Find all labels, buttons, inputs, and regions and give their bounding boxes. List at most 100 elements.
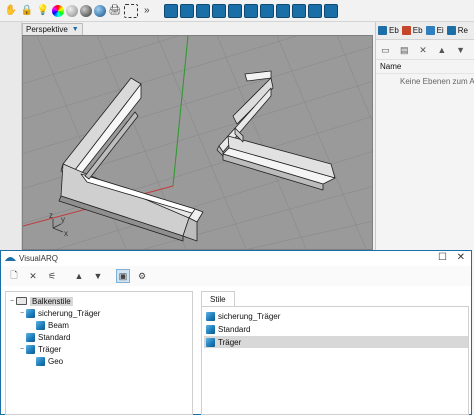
- new-sublayer-icon[interactable]: ▤: [399, 44, 410, 56]
- list-item-label: sicherung_Träger: [218, 311, 281, 321]
- tab-label: Re: [457, 26, 468, 35]
- list-item-traeger[interactable]: Träger: [204, 336, 468, 348]
- gray-sphere-icon[interactable]: [66, 4, 78, 17]
- y-axis-line: [172, 36, 189, 187]
- furniture-icon[interactable]: [307, 3, 322, 18]
- list-item-sicherung-traeger[interactable]: sicherung_Träger: [204, 310, 468, 322]
- layers-tab-icon: [378, 26, 387, 35]
- window-icon[interactable]: [211, 3, 226, 18]
- rename-icon[interactable]: ⚟: [45, 269, 59, 283]
- viewport-tab-label: Perspektive: [26, 25, 68, 34]
- tab-render[interactable]: Re: [446, 24, 468, 38]
- close-icon[interactable]: ✕: [457, 252, 465, 263]
- tree-item-geo[interactable]: Geo: [36, 355, 63, 367]
- lock-icon[interactable]: 🔒: [20, 4, 34, 18]
- more-icon[interactable]: »: [144, 5, 150, 16]
- empty-message: Keine Ebenen zum A...: [400, 77, 474, 86]
- list-item-standard[interactable]: Standard: [204, 323, 468, 335]
- shaded-sphere-icon[interactable]: [80, 4, 92, 17]
- view-mode-icon[interactable]: ▣: [116, 269, 130, 283]
- beam-style-icon: [26, 332, 35, 342]
- collapse-toggle[interactable]: −: [18, 346, 26, 353]
- render-icon[interactable]: 🖨: [108, 4, 122, 18]
- hand-icon[interactable]: ✋: [4, 4, 18, 18]
- maximize-icon[interactable]: ☐: [438, 252, 447, 263]
- rhino-app-window: ✋ 🔒 💡 🖨 » Perspektive ▼ z y x Eb Eb Ei R…: [0, 0, 474, 415]
- axis-z-label: z: [49, 211, 53, 220]
- slab-icon[interactable]: [179, 3, 194, 18]
- new-style-icon[interactable]: 🗋: [7, 269, 21, 283]
- viewport-scene: z y x: [23, 36, 372, 249]
- bulb-icon[interactable]: 💡: [36, 4, 50, 18]
- beam-style-icon: [26, 308, 35, 318]
- tree-item-beam[interactable]: Beam: [36, 319, 69, 331]
- new-layer-icon[interactable]: ▭: [380, 44, 391, 56]
- viewport-tab[interactable]: Perspektive ▼: [22, 23, 83, 35]
- layer-tools: ▭ ▤ ✕ ▲ ▼: [376, 40, 474, 60]
- column-header-name[interactable]: Name: [376, 60, 474, 74]
- visualarq-logo-icon: [5, 257, 16, 261]
- beam-style-icon: [206, 337, 215, 347]
- folder-icon: [16, 297, 27, 305]
- tree-item-label: Geo: [48, 356, 64, 366]
- tree-item-sicherung-traeger[interactable]: − sicherung_Träger: [18, 307, 100, 319]
- visualarq-window: VisualARQ ☐ ✕ 🗋 ✕ ⚟ ▲ ▼ ▣ ⚙ − Balkenstil…: [0, 250, 472, 415]
- tree-item-label: Balkenstile: [30, 296, 73, 306]
- tab-label: Eb: [389, 26, 399, 35]
- color-wheel-icon[interactable]: [52, 4, 64, 17]
- door-icon[interactable]: [195, 3, 210, 18]
- tree-item-traeger[interactable]: − Träger: [18, 343, 61, 355]
- tab-layers[interactable]: Eb: [378, 24, 399, 38]
- styles-pane: Stile sicherung_Träger Standard Träger: [201, 291, 469, 415]
- move-up-icon[interactable]: ▲: [436, 44, 447, 56]
- tab-layer-states[interactable]: Eb: [401, 24, 423, 38]
- delete-icon[interactable]: ✕: [26, 269, 40, 283]
- styles-list: sicherung_Träger Standard Träger: [201, 306, 469, 415]
- list-item-label: Träger: [218, 337, 242, 347]
- tab-label: Eb: [412, 26, 423, 35]
- axis-x-label: x: [64, 229, 68, 238]
- blue-sphere-icon[interactable]: [94, 4, 106, 17]
- tree-item-label: Träger: [38, 344, 62, 354]
- selection-icon[interactable]: [124, 3, 138, 18]
- chevron-down-icon[interactable]: ▼: [72, 26, 79, 33]
- tree-item-balkenstile[interactable]: − Balkenstile: [8, 295, 73, 307]
- layer-states-tab-icon: [401, 26, 411, 35]
- collapse-toggle[interactable]: −: [18, 310, 26, 317]
- beam-style-icon: [36, 356, 45, 366]
- panel-tabs: Eb Eb Ei Re: [376, 22, 474, 40]
- beam-style-icon: [36, 320, 45, 330]
- collapse-toggle[interactable]: −: [8, 298, 16, 305]
- visualarq-title: VisualARQ: [19, 254, 58, 263]
- move-up-icon[interactable]: ▲: [72, 269, 86, 283]
- move-down-icon[interactable]: ▼: [91, 269, 105, 283]
- tab-stile[interactable]: Stile: [201, 291, 235, 306]
- perspective-viewport[interactable]: z y x: [22, 35, 373, 250]
- delete-icon[interactable]: ✕: [418, 44, 429, 56]
- column-icon[interactable]: [227, 3, 242, 18]
- beam-style-icon: [206, 311, 215, 321]
- tree-item-label: Beam: [48, 320, 69, 330]
- visualarq-toolbar: 🗋 ✕ ⚟ ▲ ▼ ▣ ⚙: [1, 266, 471, 286]
- tab-properties[interactable]: Ei: [425, 24, 444, 38]
- roof-icon[interactable]: [291, 3, 306, 18]
- tree-item-label: sicherung_Träger: [38, 308, 101, 318]
- beam-icon[interactable]: [243, 3, 258, 18]
- move-down-icon[interactable]: ▼: [455, 44, 466, 56]
- style-tree: − Balkenstile − sicherung_Träger Beam St…: [5, 291, 193, 415]
- annotation-icon[interactable]: [323, 3, 338, 18]
- axis-y-label: y: [61, 215, 65, 224]
- stair-icon[interactable]: [259, 3, 274, 18]
- tree-item-label: Standard: [38, 332, 71, 342]
- tree-item-standard[interactable]: Standard: [26, 331, 70, 343]
- railing-icon[interactable]: [275, 3, 290, 18]
- tab-label: Ei: [436, 26, 444, 35]
- beam-style-icon: [206, 324, 215, 334]
- beam-style-icon: [26, 344, 35, 354]
- left-gutter: [0, 22, 22, 250]
- main-toolbar: ✋ 🔒 💡 🖨 »: [0, 0, 474, 22]
- render-tab-icon: [446, 26, 456, 35]
- wall-icon[interactable]: [163, 3, 178, 18]
- settings-icon[interactable]: ⚙: [135, 269, 149, 283]
- visualarq-titlebar[interactable]: VisualARQ ☐ ✕: [1, 251, 471, 266]
